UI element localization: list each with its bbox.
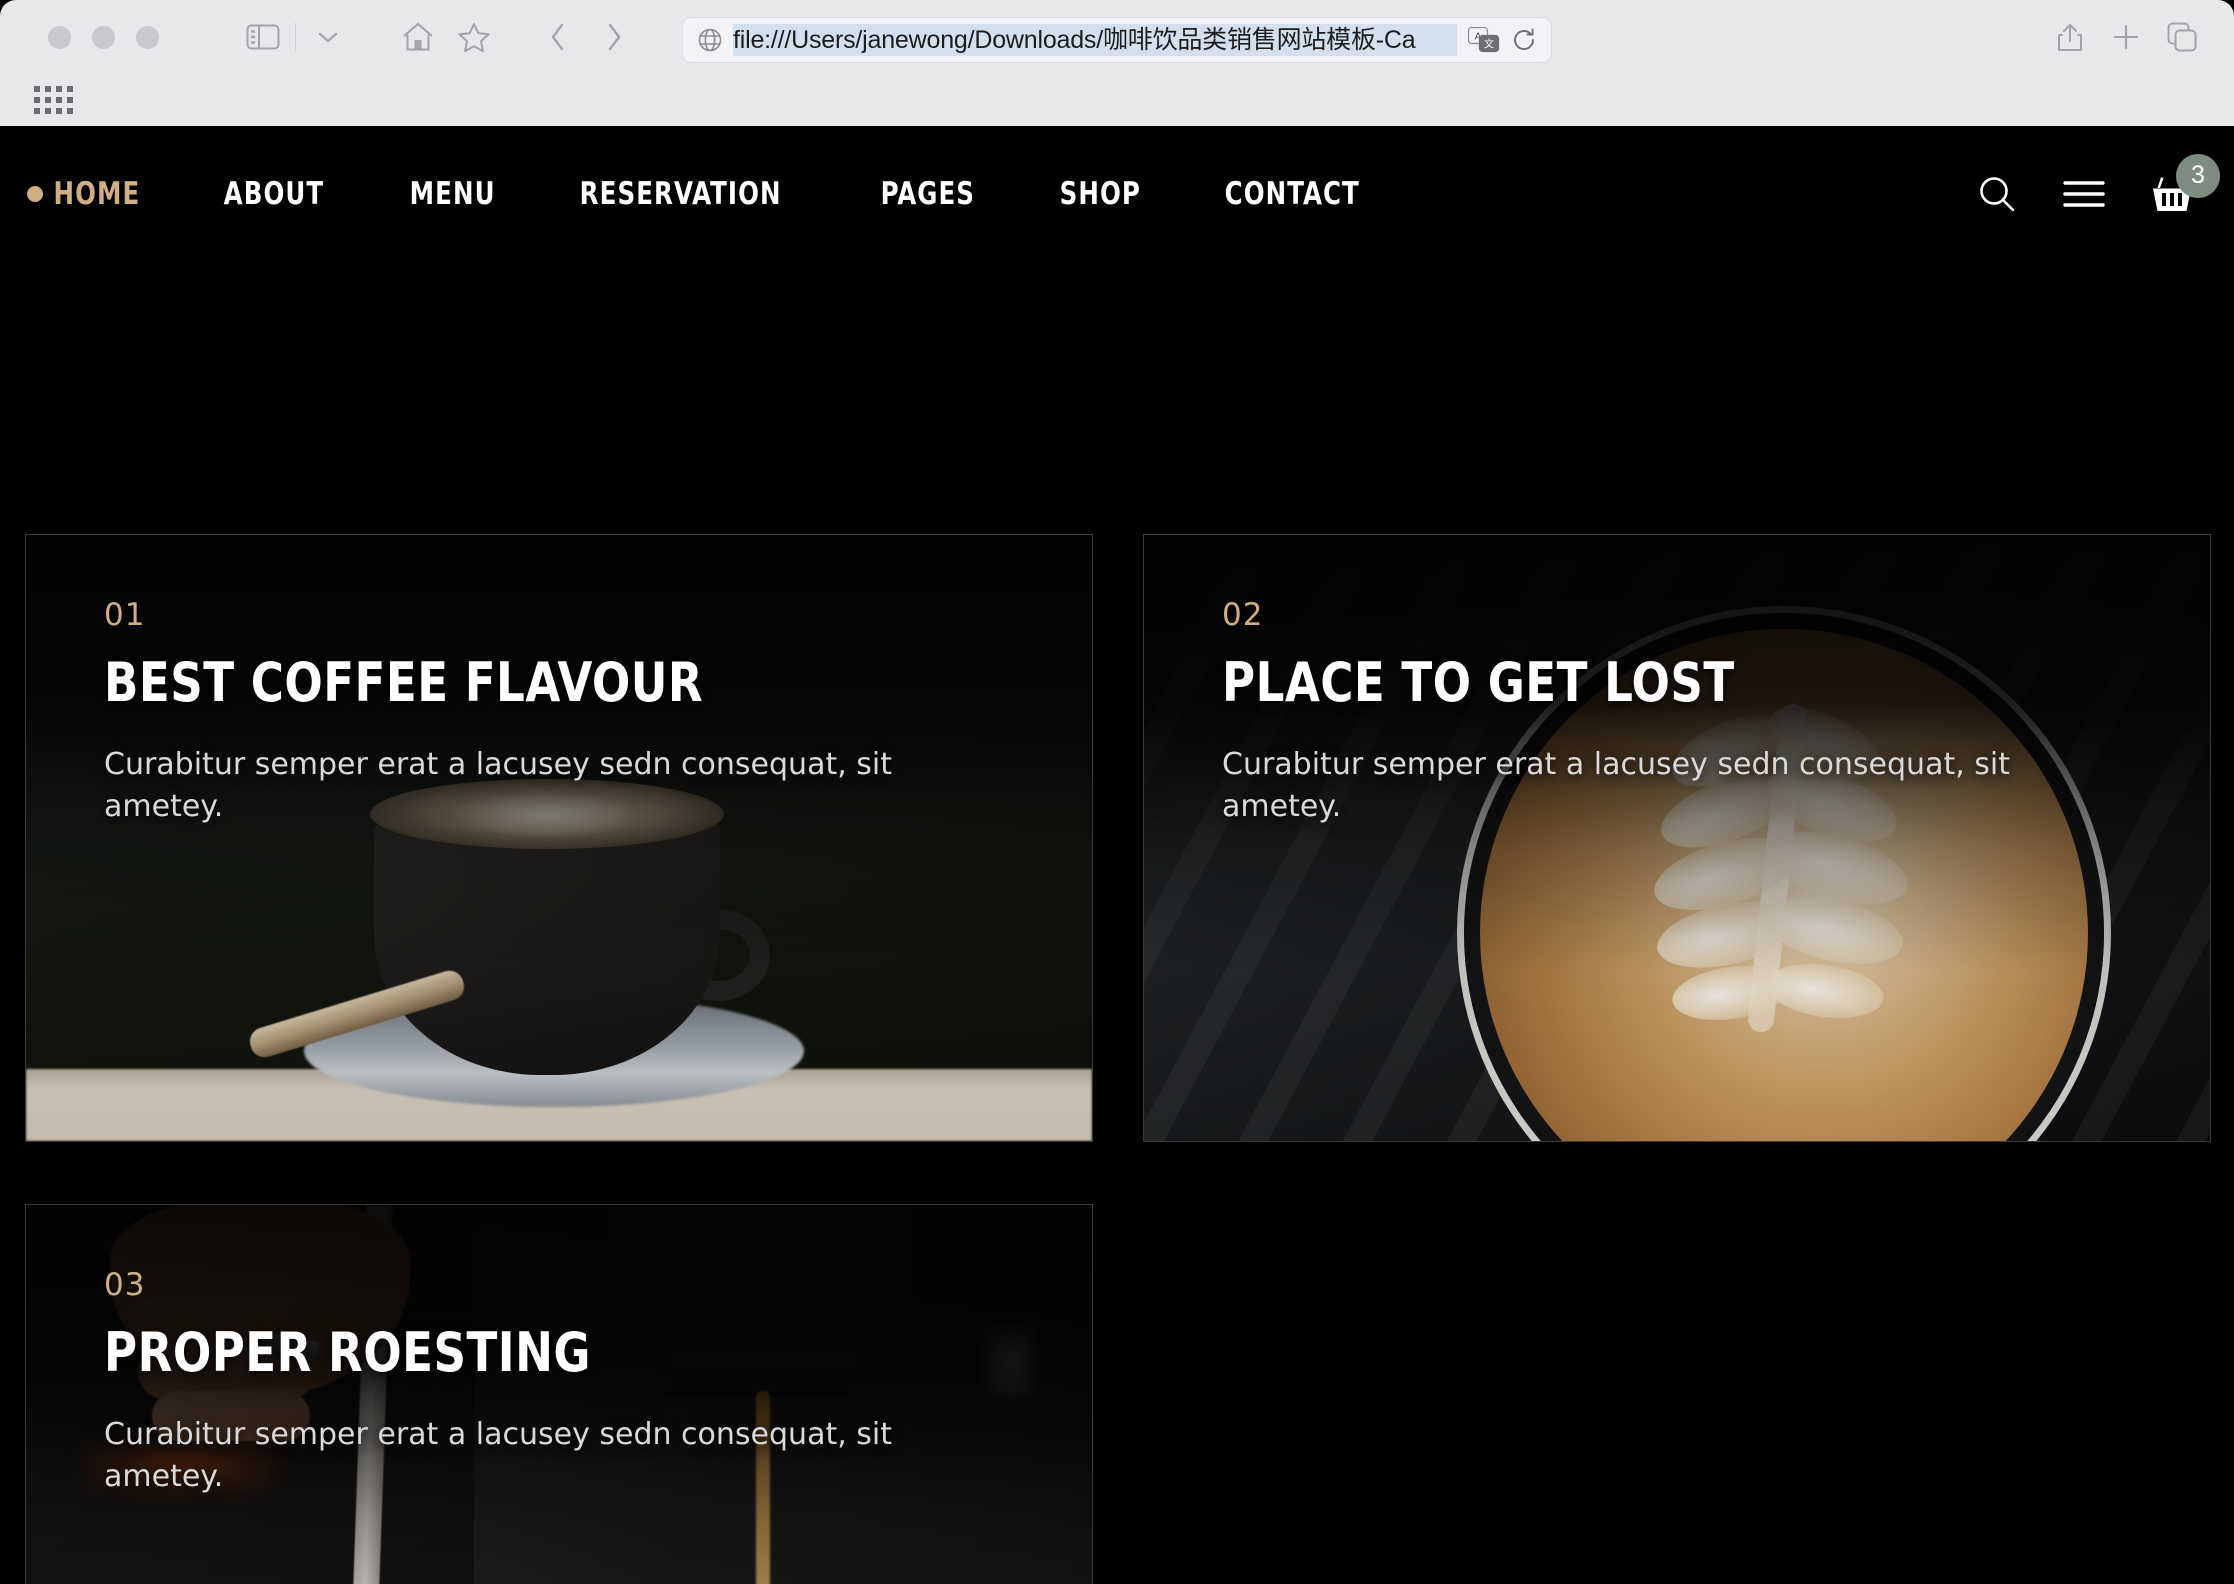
navigation-controls (390, 13, 642, 61)
close-window-button[interactable] (48, 25, 71, 49)
card-description: Curabitur semper erat a lacusey sedn con… (1222, 746, 2011, 825)
card-description: Curabitur semper erat a lacusey sedn con… (104, 746, 893, 825)
browser-toolbar: file:///Users/janewong/Downloads/咖啡饮品类销售… (0, 0, 2234, 74)
url-text[interactable]: file:///Users/janewong/Downloads/咖啡饮品类销售… (733, 24, 1457, 56)
reload-icon[interactable] (1511, 27, 1537, 53)
sidebar-toggle-icon[interactable] (235, 13, 291, 61)
hamburger-menu-icon[interactable] (2062, 178, 2106, 210)
card-description: Curabitur semper erat a lacusey sedn con… (104, 1416, 893, 1495)
apps-grid-icon[interactable] (34, 86, 73, 114)
window-traffic-lights[interactable] (48, 25, 159, 49)
browser-chrome: file:///Users/janewong/Downloads/咖啡饮品类销售… (0, 0, 2234, 126)
feature-card-02[interactable]: 02 PLACE TO GET LOST Curabitur semper er… (1143, 534, 2211, 1142)
card-number: 03 (104, 1267, 146, 1303)
bookmarks-bar (0, 74, 2234, 126)
active-nav-dot-icon (27, 185, 44, 202)
nav-item-contact[interactable]: CONTACT (1193, 176, 1392, 212)
feature-card-03[interactable]: 03 PROPER ROESTING Curabitur semper erat… (25, 1204, 1093, 1584)
feature-card-01[interactable]: 01 BEST COFFEE FLAVOUR Curabitur semper … (25, 534, 1093, 1142)
address-bar[interactable]: file:///Users/janewong/Downloads/咖啡饮品类销售… (682, 17, 1552, 63)
card-title: PROPER ROESTING (104, 1321, 591, 1384)
cart-count-badge: 3 (2176, 153, 2220, 198)
nav-item-pages[interactable]: PAGES (849, 176, 1007, 212)
sidebar-controls (235, 13, 356, 61)
nav-item-shop[interactable]: SHOP (1028, 176, 1173, 212)
chevron-down-icon[interactable] (300, 13, 356, 61)
nav-links: HOME ABOUT MENU RESERVATION PAGES SHOP C… (27, 175, 1418, 212)
nav-item-home[interactable]: HOME (27, 175, 172, 212)
nav-item-home-label: HOME (53, 175, 141, 212)
plus-new-tab-icon[interactable] (2098, 13, 2154, 61)
star-bookmark-icon[interactable] (446, 13, 502, 61)
feature-cards-grid: 01 BEST COFFEE FLAVOUR Curabitur semper … (25, 534, 2212, 1584)
card-number: 02 (1222, 597, 1264, 633)
toolbar-divider (295, 23, 296, 51)
tab-overview-icon[interactable] (2154, 13, 2210, 61)
forward-arrow-icon[interactable] (586, 13, 642, 61)
website-viewport: HOME ABOUT MENU RESERVATION PAGES SHOP C… (0, 126, 2234, 1584)
share-icon[interactable] (2042, 13, 2098, 61)
minimize-window-button[interactable] (92, 25, 115, 49)
nav-actions: 3 (1976, 153, 2220, 215)
toolbar-right-actions (2042, 13, 2210, 61)
nav-item-reservation[interactable]: RESERVATION (548, 176, 813, 212)
card-title: BEST COFFEE FLAVOUR (104, 651, 704, 714)
nav-item-menu[interactable]: MENU (378, 176, 527, 212)
search-icon[interactable] (1976, 173, 2018, 215)
maximize-window-button[interactable] (136, 25, 159, 49)
card-title: PLACE TO GET LOST (1222, 651, 1735, 714)
site-navigation-bar: HOME ABOUT MENU RESERVATION PAGES SHOP C… (0, 126, 2234, 261)
svg-text:文: 文 (1484, 38, 1494, 51)
card-number: 01 (104, 597, 146, 633)
globe-icon (697, 27, 723, 53)
translate-icon[interactable]: A 文 (1467, 26, 1501, 54)
nav-item-about[interactable]: ABOUT (192, 176, 356, 212)
back-arrow-icon[interactable] (530, 13, 586, 61)
home-icon[interactable] (390, 13, 446, 61)
cart-button[interactable]: 3 (2150, 153, 2220, 215)
